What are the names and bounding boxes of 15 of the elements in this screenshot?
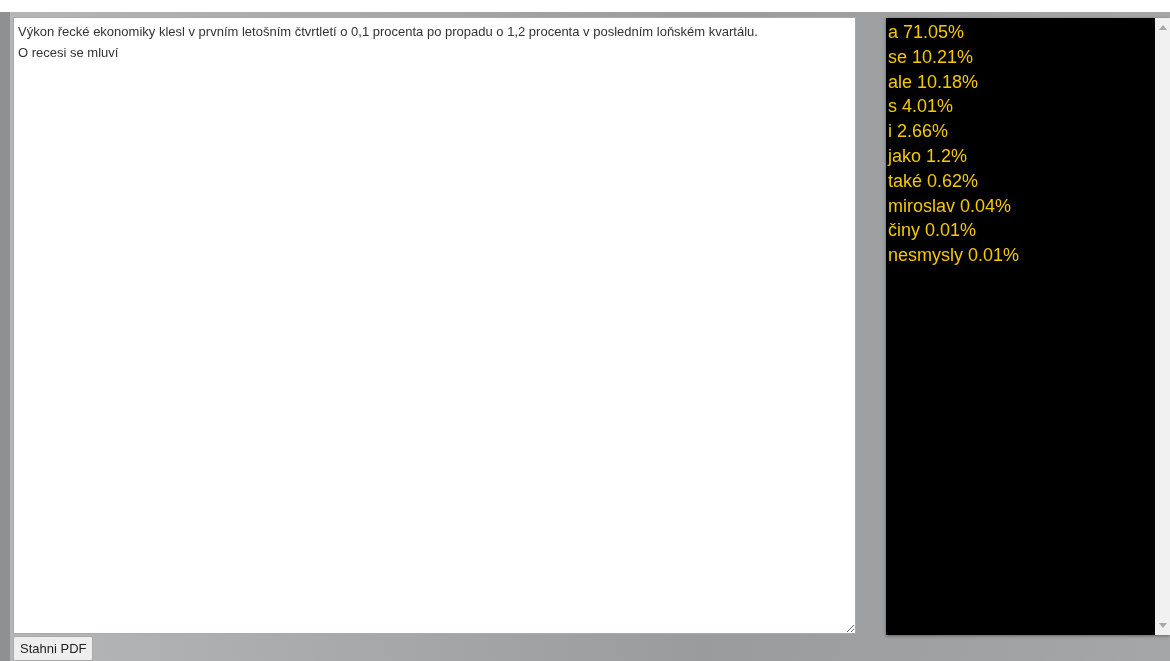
download-pdf-button[interactable]: Stahni PDF xyxy=(13,636,94,661)
word-frequency-item: a 71.05% xyxy=(887,21,966,44)
word-frequency-item: i 2.66% xyxy=(887,120,950,144)
scroll-down-icon[interactable] xyxy=(1158,623,1167,628)
word-frequency-item: jako 1.2% xyxy=(886,145,969,168)
word-frequency-item: nesmysly 0.01% xyxy=(887,244,1021,268)
word-frequency-item: ale 10.18% xyxy=(887,70,980,94)
word-frequency-item: činy 0.01% xyxy=(887,219,978,243)
scrollbar[interactable] xyxy=(1155,18,1170,635)
word-frequency-item: také 0.62% xyxy=(887,169,980,193)
word-frequency-item: s 4.01% xyxy=(887,95,955,119)
text-area[interactable]: Výkon řecké ekonomiky klesl v prvním letošním čtvrtletí o 0,1 procenta po propadu o 1,2 procenta v posledním loňském kvartálu. O recesi se mluví xyxy=(13,17,856,634)
scroll-up-icon[interactable] xyxy=(1158,25,1167,30)
word-frequency-item: miroslav 0.04% xyxy=(887,194,1013,218)
word-frequency-item: se 10.21% xyxy=(887,45,975,69)
